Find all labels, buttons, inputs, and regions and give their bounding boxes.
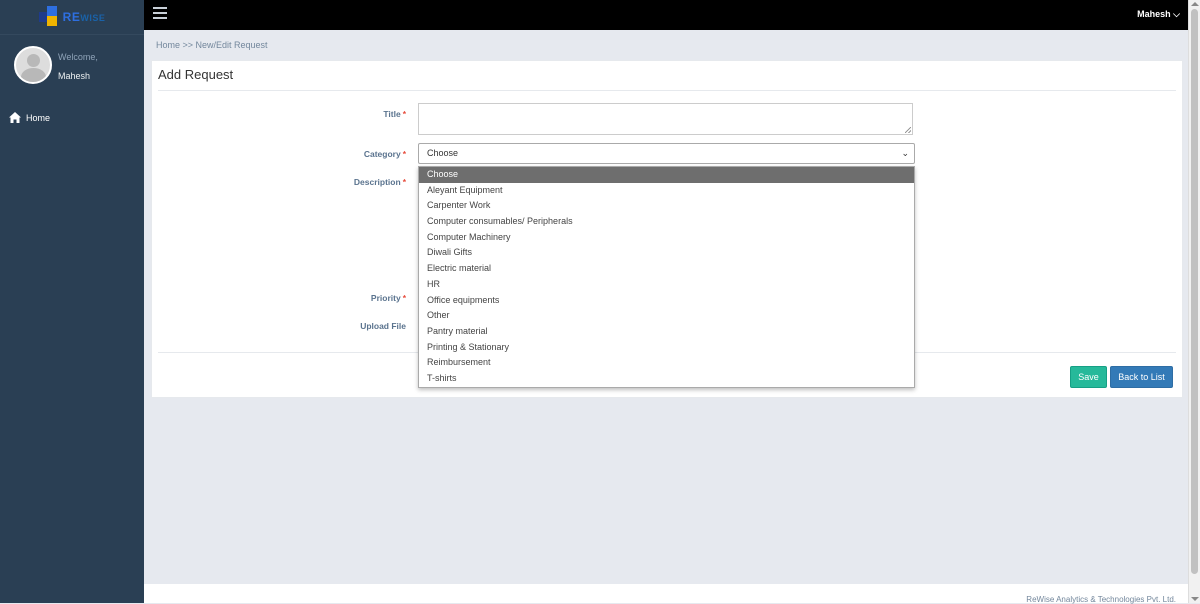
welcome-label: Welcome, xyxy=(58,52,98,62)
scroll-up-icon[interactable] xyxy=(1191,2,1199,6)
footer: ReWise Analytics & Technologies Pvt. Ltd… xyxy=(144,584,1188,604)
dropdown-option[interactable]: Printing & Stationary xyxy=(419,340,914,356)
top-navbar: Mahesh ⌵ xyxy=(144,0,1188,30)
scroll-down-icon[interactable] xyxy=(1191,597,1199,601)
dropdown-option[interactable]: Reimbursement xyxy=(419,355,914,371)
logo[interactable]: REWISE xyxy=(0,0,144,35)
logo-cube-icon xyxy=(38,6,59,28)
user-name: Mahesh xyxy=(58,71,91,81)
save-button[interactable]: Save xyxy=(1070,366,1107,388)
dropdown-option[interactable]: HR xyxy=(419,277,914,293)
category-select[interactable]: Choose ⌄ xyxy=(418,143,915,164)
menu-toggle-icon[interactable] xyxy=(153,7,167,20)
title-label: Title * xyxy=(383,109,406,119)
dropdown-option[interactable]: Office equipments xyxy=(419,293,914,309)
description-label: Description * xyxy=(353,177,406,187)
dropdown-option[interactable]: Aleyant Equipment xyxy=(419,183,914,199)
dropdown-option[interactable]: Computer Machinery xyxy=(419,230,914,246)
dropdown-option[interactable]: Other xyxy=(419,308,914,324)
dropdown-option[interactable]: T-shirts xyxy=(419,371,914,387)
back-to-list-button[interactable]: Back to List xyxy=(1110,366,1173,388)
category-label: Category * xyxy=(363,149,406,159)
dropdown-option[interactable]: Choose xyxy=(419,167,914,183)
dropdown-option[interactable]: Pantry material xyxy=(419,324,914,340)
chevron-down-icon: ⌄ xyxy=(901,148,909,158)
dropdown-option[interactable]: Diwali Gifts xyxy=(419,245,914,261)
user-profile: Welcome, Mahesh xyxy=(14,46,98,84)
category-dropdown-list[interactable]: Choose Aleyant Equipment Carpenter Work … xyxy=(418,166,915,388)
title-field[interactable] xyxy=(418,103,913,135)
priority-label: Priority * xyxy=(370,293,406,303)
dropdown-option[interactable]: Electric material xyxy=(419,261,914,277)
page-title: Add Request xyxy=(158,67,234,82)
page-scrollbar[interactable] xyxy=(1188,0,1200,603)
resize-handle-icon[interactable] xyxy=(905,127,911,133)
scroll-thumb[interactable] xyxy=(1191,9,1198,574)
home-icon xyxy=(9,112,21,123)
sidebar: REWISE Welcome, Mahesh Home xyxy=(0,0,144,603)
dropdown-option[interactable]: Carpenter Work xyxy=(419,198,914,214)
sidebar-item-home[interactable]: Home xyxy=(9,112,50,123)
user-menu-dropdown[interactable]: Mahesh ⌵ xyxy=(1137,9,1180,20)
sidebar-item-label: Home xyxy=(26,112,51,123)
upload-file-label: Upload File xyxy=(360,321,406,331)
divider xyxy=(158,90,1176,91)
dropdown-option[interactable]: Computer consumables/ Peripherals xyxy=(419,214,914,230)
avatar xyxy=(14,46,52,84)
breadcrumb: Home >> New/Edit Request xyxy=(156,40,268,50)
